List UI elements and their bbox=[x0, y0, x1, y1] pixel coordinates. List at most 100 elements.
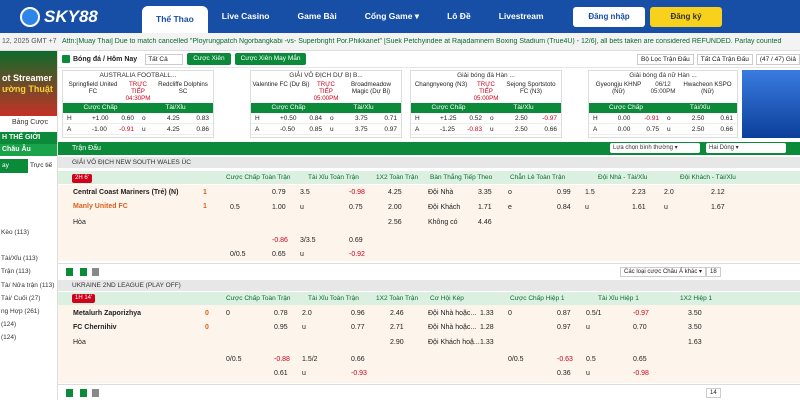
stats-icon[interactable] bbox=[66, 389, 73, 397]
odds-cell[interactable]: 0.97 bbox=[376, 124, 401, 134]
promo-banner[interactable] bbox=[742, 70, 800, 138]
odds-cell[interactable]: 2.23 bbox=[632, 189, 646, 196]
featured-card[interactable]: GIẢI VÔ ĐỊCH DỰ BỊ B... Valentine FC (Dự… bbox=[250, 70, 402, 138]
odds-cell[interactable]: -0.91 bbox=[638, 113, 663, 123]
odds-cell[interactable]: 4.25 bbox=[388, 189, 402, 196]
more-bets-select[interactable]: Các loại cược Châu Á khác ▾ bbox=[620, 267, 706, 277]
tab-today[interactable]: ay bbox=[0, 159, 28, 173]
card-odds-row[interactable]: H +1.00 0.60 o 4.25 0.83 bbox=[63, 113, 213, 124]
odds-cell[interactable]: 1.28 bbox=[480, 324, 494, 331]
odds-cell[interactable]: 2.71 bbox=[390, 324, 404, 331]
odds-cell[interactable]: -0.97 bbox=[536, 113, 561, 123]
odds-cell[interactable]: 0.77 bbox=[351, 324, 365, 331]
odds-cell[interactable]: 0.83 bbox=[188, 113, 213, 123]
odds-cell[interactable]: 0.75 bbox=[638, 124, 663, 134]
league-header[interactable]: GIẢI VÔ ĐỊCH NEW SOUTH WALES ÚC bbox=[58, 157, 800, 168]
odds-cell[interactable]: -0.93 bbox=[351, 370, 367, 377]
sidebar-item[interactable] bbox=[0, 213, 57, 226]
odds-cell[interactable]: -0.97 bbox=[633, 310, 649, 317]
odds-cell[interactable]: 1.63 bbox=[688, 339, 702, 346]
odds-cell[interactable]: -0.83 bbox=[461, 124, 486, 134]
odds-cell[interactable]: -0.92 bbox=[349, 251, 365, 258]
odds-cell[interactable]: 0.69 bbox=[349, 237, 363, 244]
odds-cell[interactable]: 0.85 bbox=[301, 124, 326, 134]
odds-cell[interactable]: 0.84 bbox=[557, 204, 571, 211]
odds-cell[interactable]: 0.61 bbox=[712, 113, 737, 123]
logo[interactable]: SKY88 bbox=[20, 6, 115, 28]
odds-cell[interactable]: 1.00 bbox=[272, 204, 286, 211]
tab-live[interactable]: Trực tiế bbox=[28, 159, 54, 173]
odds-cell[interactable]: 0.96 bbox=[351, 310, 365, 317]
sidebar-world-cup[interactable]: H THẾ GIỚI bbox=[0, 132, 57, 144]
odds-cell[interactable]: 0.84 bbox=[301, 113, 326, 123]
sidebar-europe[interactable]: Châu Âu bbox=[0, 144, 57, 156]
card-odds-row[interactable]: A -1.25 -0.83 u 2.50 0.66 bbox=[411, 124, 561, 135]
odds-cell[interactable]: 1.67 bbox=[711, 204, 725, 211]
nav-livestream[interactable]: Livestream bbox=[485, 0, 558, 33]
odds-cell[interactable]: 0.79 bbox=[272, 189, 286, 196]
chart-icon[interactable] bbox=[80, 268, 87, 276]
odds-cell[interactable]: 3.35 bbox=[478, 189, 492, 196]
login-button[interactable]: Đăng nhập bbox=[573, 7, 645, 27]
sidebar-item[interactable]: (124) bbox=[0, 331, 57, 344]
bet-table-link[interactable]: Bảng Cược bbox=[0, 116, 57, 130]
market-count[interactable]: 18 bbox=[706, 267, 721, 277]
nav-game-portal[interactable]: Cổng Game ▾ bbox=[351, 0, 433, 33]
sidebar-item[interactable]: Kèo (113) bbox=[0, 226, 57, 239]
nav-lottery[interactable]: Lô Đề bbox=[433, 0, 485, 33]
odds-cell[interactable]: -0.63 bbox=[557, 356, 573, 363]
tv-icon[interactable] bbox=[92, 268, 99, 276]
nav-sports[interactable]: Thể Thao bbox=[142, 6, 208, 33]
odds-cell[interactable]: 3.50 bbox=[688, 310, 702, 317]
sidebar-item[interactable] bbox=[0, 199, 57, 212]
odds-cell[interactable]: 1.71 bbox=[478, 204, 492, 211]
odds-cell[interactable]: 0.71 bbox=[376, 113, 401, 123]
odds-cell[interactable]: 0.70 bbox=[633, 324, 647, 331]
sidebar-item[interactable]: Tài/ Cuối (27) bbox=[0, 292, 57, 305]
odds-cell[interactable]: 0.36 bbox=[557, 370, 571, 377]
odds-cell[interactable]: 2.46 bbox=[390, 310, 404, 317]
odds-cell[interactable]: 0.97 bbox=[557, 324, 571, 331]
odds-cell[interactable]: 0.66 bbox=[712, 124, 737, 134]
odds-cell[interactable]: 4.46 bbox=[478, 219, 492, 226]
odds-cell[interactable]: 1.33 bbox=[480, 310, 494, 317]
nav-card-games[interactable]: Game Bài bbox=[284, 0, 351, 33]
odds-cell[interactable]: 0.87 bbox=[557, 310, 571, 317]
match-filter[interactable]: Bộ Lọc Trận Đấu bbox=[637, 54, 694, 65]
odds-cell[interactable]: 2.56 bbox=[388, 219, 402, 226]
odds-cell[interactable]: -0.88 bbox=[274, 356, 290, 363]
sidebar-item[interactable]: Tà/ Nửa trận (113) bbox=[0, 279, 57, 292]
odds-cell[interactable]: 0.86 bbox=[188, 124, 213, 134]
view-select[interactable]: Hai Dòng ▾ bbox=[706, 143, 786, 153]
card-odds-row[interactable]: H +0.50 0.84 o 3.75 0.71 bbox=[251, 113, 401, 124]
odds-cell[interactable]: 0.75 bbox=[349, 204, 363, 211]
sidebar-item[interactable] bbox=[0, 186, 57, 199]
stats-icon[interactable] bbox=[66, 268, 73, 276]
sort-select[interactable]: Lựa chọn bình thường ▾ bbox=[610, 143, 700, 153]
odds-cell[interactable]: 0.65 bbox=[633, 356, 647, 363]
odds-cell[interactable]: 1.61 bbox=[632, 204, 646, 211]
chart-icon[interactable] bbox=[80, 389, 87, 397]
odds-cell[interactable]: 0.78 bbox=[274, 310, 288, 317]
odds-cell[interactable]: 0.66 bbox=[536, 124, 561, 134]
featured-card[interactable]: Giải bóng đá nữ Hàn ... Gyeongju KHNP (N… bbox=[588, 70, 738, 138]
market-select[interactable]: Tất Cả bbox=[145, 53, 184, 65]
tv-icon[interactable] bbox=[92, 389, 99, 397]
odds-cell[interactable]: 2.00 bbox=[388, 204, 402, 211]
odds-cell[interactable]: -0.86 bbox=[272, 237, 288, 244]
register-button[interactable]: Đăng ký bbox=[650, 7, 722, 27]
odds-cell[interactable]: 0.65 bbox=[272, 251, 286, 258]
card-odds-row[interactable]: A 0.00 0.75 u 2.50 0.66 bbox=[589, 124, 737, 135]
match-count[interactable]: (47 / 47) Giả bbox=[755, 54, 800, 65]
odds-cell[interactable]: 2.12 bbox=[711, 189, 725, 196]
featured-card[interactable]: Giải bóng đá Hàn ... Changnyeong (N3) TR… bbox=[410, 70, 562, 138]
league-header[interactable]: UKRAINE 2ND LEAGUE (PLAY OFF) bbox=[58, 280, 800, 291]
nav-live-casino[interactable]: Live Casino bbox=[208, 0, 284, 33]
featured-card[interactable]: AUSTRALIA FOOTBALL... Springfield United… bbox=[62, 70, 214, 138]
odds-cell[interactable]: -0.91 bbox=[113, 124, 138, 134]
sidebar-item[interactable] bbox=[0, 239, 57, 252]
sidebar-item[interactable]: ng Hợp (261) bbox=[0, 305, 57, 318]
odds-cell[interactable]: 2.90 bbox=[390, 339, 404, 346]
match-sort[interactable]: Tất Cả Trận Đấu bbox=[696, 54, 753, 65]
card-odds-row[interactable]: H +1.25 0.52 o 2.50 -0.97 bbox=[411, 113, 561, 124]
